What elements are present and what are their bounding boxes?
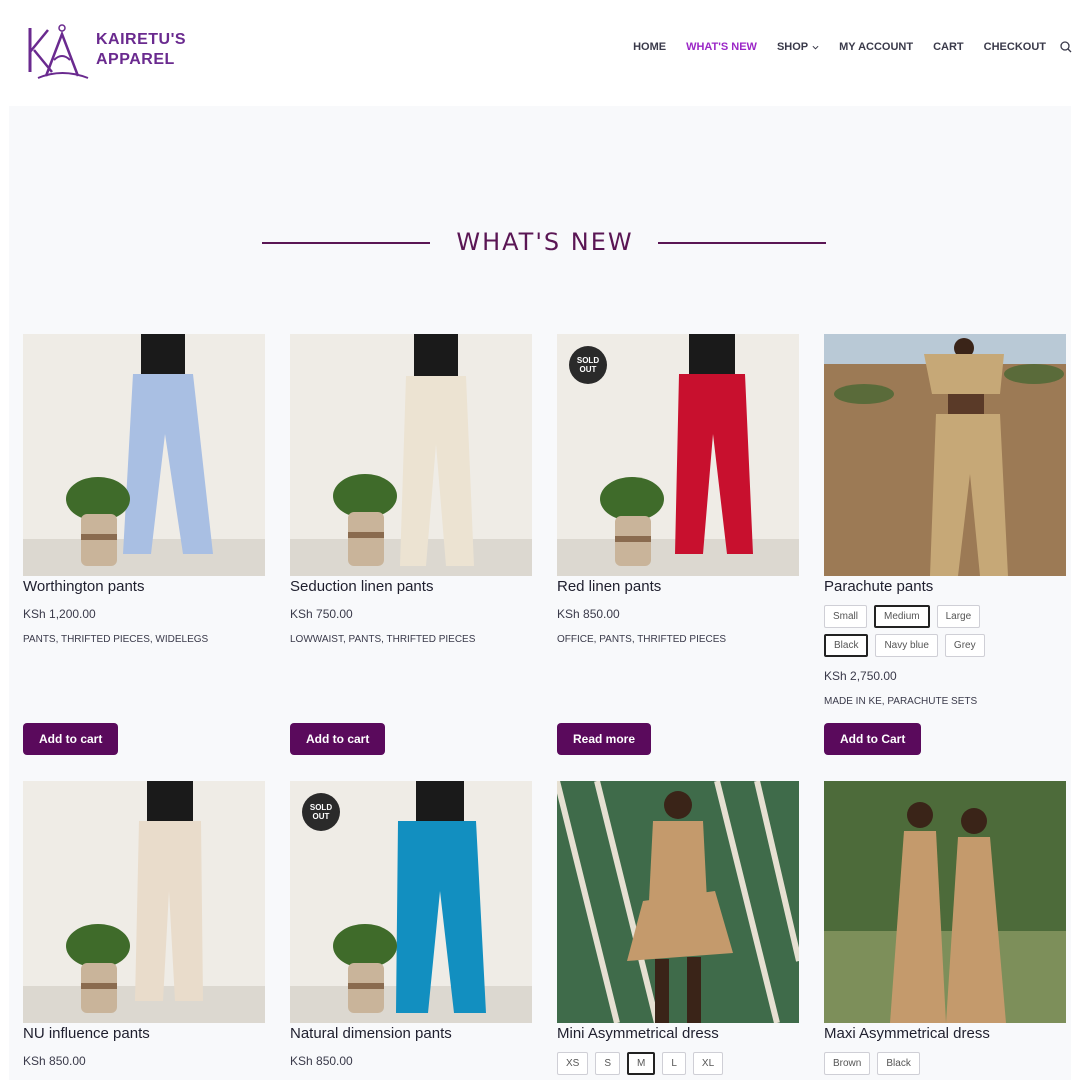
nav-checkout[interactable]: CHECKOUT	[984, 41, 1046, 53]
product-name[interactable]: Red linen pants	[557, 578, 799, 595]
size-swatches: Small Medium Large	[824, 605, 1066, 628]
badge-line-1: SOLD	[576, 356, 600, 365]
brand-line-2: APPAREL	[96, 51, 175, 68]
product-name[interactable]: Mini Asymmetrical dress	[557, 1025, 799, 1042]
color-swatches: Black Navy blue Grey	[824, 634, 1066, 657]
nav-home[interactable]: HOME	[633, 41, 666, 53]
title-divider-right	[658, 242, 826, 244]
product-card: NU influence pants KSh 850.00	[23, 781, 265, 1068]
nav-cart[interactable]: CART	[933, 41, 964, 53]
product-image[interactable]	[23, 334, 265, 576]
logo-mark-icon	[28, 24, 89, 79]
site-logo[interactable]: KAIRETU'S APPAREL	[22, 20, 186, 80]
color-option[interactable]: Black	[877, 1052, 920, 1075]
product-image[interactable]	[290, 334, 532, 576]
product-card: Mini Asymmetrical dress XS S M L XL	[557, 781, 799, 1075]
add-to-cart-button[interactable]: Add to Cart	[824, 723, 922, 755]
main-nav: HOME WHAT'S NEW SHOP MY ACCOUNT CART CHE…	[613, 41, 1072, 53]
product-name[interactable]: Natural dimension pants	[290, 1025, 532, 1042]
product-photo	[557, 781, 799, 1023]
color-option[interactable]: Brown	[824, 1052, 871, 1075]
product-price: KSh 850.00	[557, 607, 620, 621]
nav-shop-label: SHOP	[776, 41, 809, 53]
product-image[interactable]: SOLD OUT	[557, 334, 799, 576]
product-image[interactable]: SOLD OUT	[290, 781, 532, 1023]
product-image[interactable]	[557, 781, 799, 1023]
read-more-button[interactable]: Read more	[557, 723, 652, 755]
search-icon[interactable]	[1060, 41, 1072, 53]
size-option[interactable]: Small	[824, 605, 868, 628]
title-divider-left	[262, 242, 430, 244]
color-option-selected[interactable]: Black	[824, 634, 869, 657]
product-name[interactable]: Worthington pants	[23, 578, 265, 595]
size-option[interactable]: Large	[936, 605, 981, 628]
product-card: SOLD OUT Natural dimension pants KSh 850…	[290, 781, 532, 1068]
color-option[interactable]: Grey	[944, 634, 985, 657]
product-card: Seduction linen pants KSh 750.00 LOWWAIS…	[290, 334, 532, 755]
sold-out-badge: SOLD OUT	[569, 346, 607, 384]
size-swatches: XS S M L XL	[557, 1052, 799, 1075]
product-card: Parachute pants Small Medium Large Black…	[824, 334, 1066, 755]
sold-out-badge: SOLD OUT	[302, 793, 340, 831]
badge-line-2: OUT	[312, 812, 330, 821]
brand-name: KAIRETU'S APPAREL	[96, 30, 186, 70]
main-content: WHAT'S NEW Worthington pants KSh 1,200.0…	[9, 106, 1071, 1080]
product-categories[interactable]: OFFICE, PANTS, THRIFTED PIECES	[557, 634, 799, 645]
product-photo	[290, 334, 532, 576]
product-card: Worthington pants KSh 1,200.00 PANTS, TH…	[23, 334, 265, 755]
product-price: KSh 2,750.00	[824, 669, 897, 683]
size-option[interactable]: L	[662, 1052, 686, 1075]
product-card: SOLD OUT Red linen pants KSh 850.00 OFFI…	[557, 334, 799, 755]
chevron-down-icon	[812, 45, 819, 50]
badge-line-2: OUT	[579, 365, 597, 374]
product-card: Maxi Asymmetrical dress Brown Black	[824, 781, 1066, 1075]
nav-whats-new[interactable]: WHAT'S NEW	[686, 41, 757, 53]
size-option[interactable]: XL	[692, 1052, 724, 1075]
add-to-cart-button[interactable]: Add to cart	[23, 723, 119, 755]
color-option[interactable]: Navy blue	[875, 634, 938, 657]
product-name[interactable]: NU influence pants	[23, 1025, 265, 1042]
product-image[interactable]	[824, 781, 1066, 1023]
product-price: KSh 1,200.00	[23, 607, 96, 621]
product-photo	[23, 781, 265, 1023]
size-option[interactable]: XS	[557, 1052, 589, 1075]
product-photo	[824, 334, 1066, 576]
product-photo	[824, 781, 1066, 1023]
size-option-selected[interactable]: M	[627, 1052, 656, 1075]
nav-shop[interactable]: SHOP	[777, 41, 819, 53]
brand-line-1: KAIRETU'S	[96, 31, 187, 48]
color-swatches: Brown Black	[824, 1052, 1066, 1075]
badge-line-1: SOLD	[309, 803, 333, 812]
nav-my-account[interactable]: MY ACCOUNT	[839, 41, 913, 53]
product-photo	[23, 334, 265, 576]
product-name[interactable]: Maxi Asymmetrical dress	[824, 1025, 1066, 1042]
product-image[interactable]	[824, 334, 1066, 576]
product-price: KSh 850.00	[23, 1054, 86, 1068]
size-option-selected[interactable]: Medium	[874, 605, 930, 628]
section-header: WHAT'S NEW	[9, 228, 1071, 258]
product-categories[interactable]: LOWWAIST, PANTS, THRIFTED PIECES	[290, 634, 532, 645]
product-price: KSh 750.00	[290, 607, 353, 621]
product-price: KSh 850.00	[290, 1054, 353, 1068]
product-categories[interactable]: MADE IN KE, PARACHUTE SETS	[824, 696, 1066, 707]
site-header: KAIRETU'S APPAREL HOME WHAT'S NEW SHOP M…	[0, 0, 1080, 100]
add-to-cart-button[interactable]: Add to cart	[290, 723, 386, 755]
product-image[interactable]	[23, 781, 265, 1023]
product-name[interactable]: Seduction linen pants	[290, 578, 532, 595]
product-name[interactable]: Parachute pants	[824, 578, 1066, 595]
section-title: WHAT'S NEW	[456, 228, 634, 256]
size-option[interactable]: S	[595, 1052, 621, 1075]
product-categories[interactable]: PANTS, THRIFTED PIECES, WIDELEGS	[23, 634, 265, 645]
